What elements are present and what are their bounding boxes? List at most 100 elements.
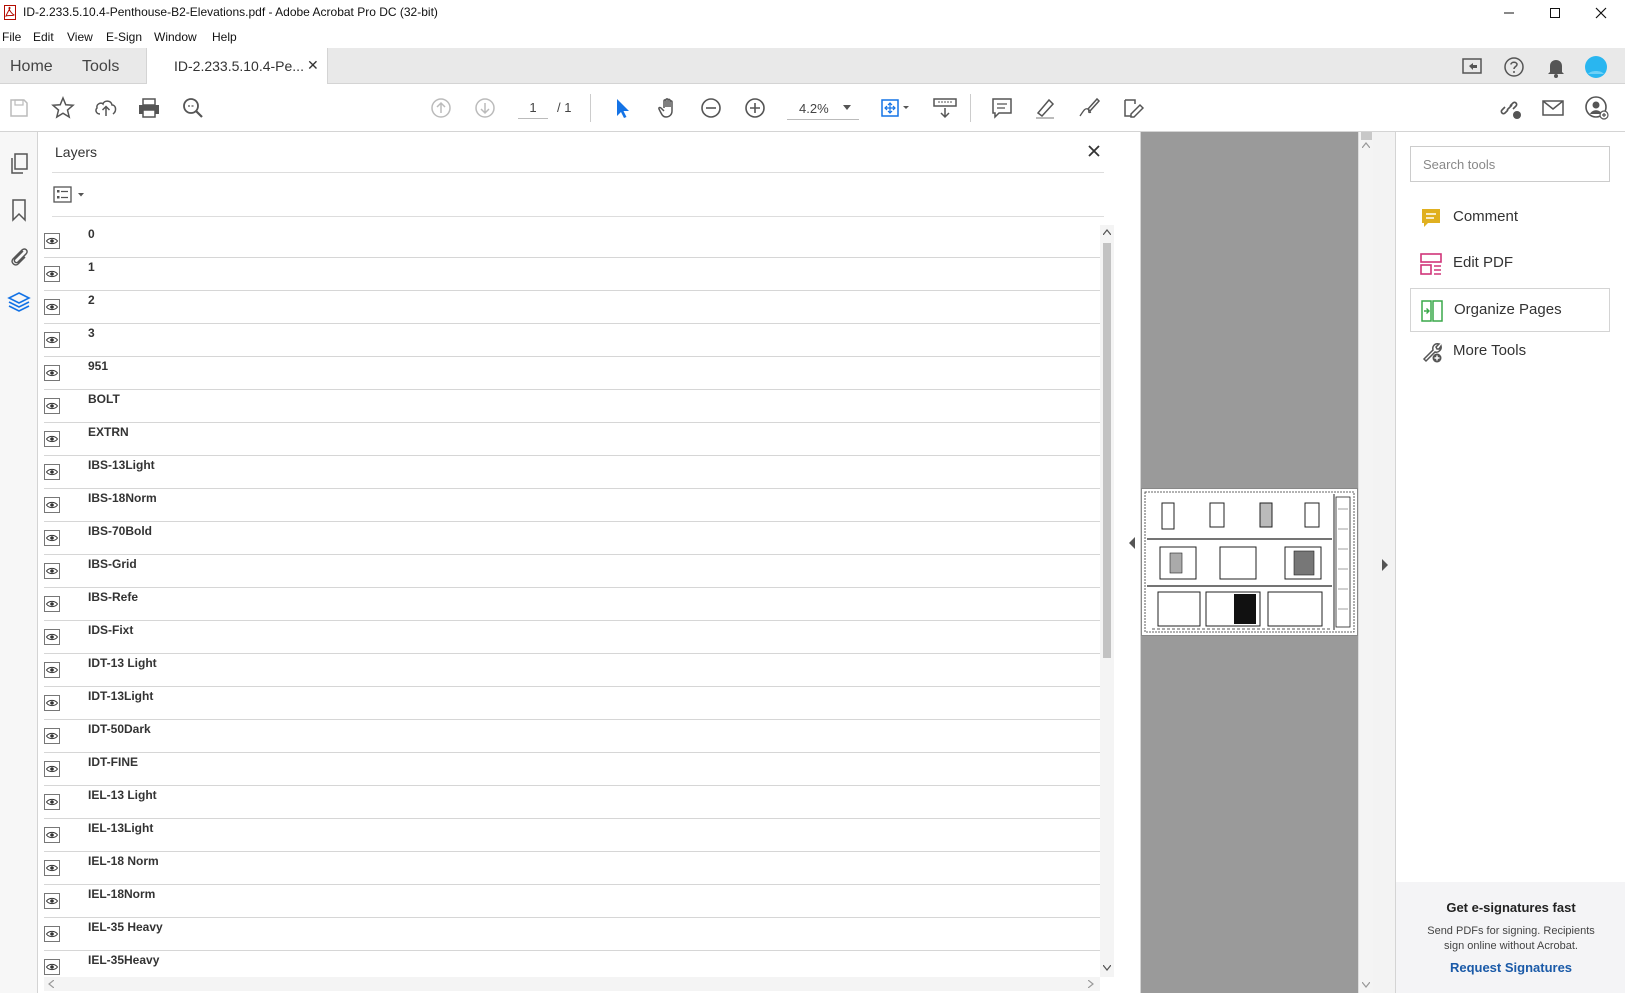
layer-row[interactable]: IBS-18Norm [44, 489, 1100, 522]
tool-more-tools[interactable]: More Tools [1410, 332, 1610, 372]
email-button[interactable] [1539, 94, 1567, 122]
pdf-page-thumbnail[interactable] [1141, 488, 1358, 636]
page-number-input[interactable] [518, 97, 548, 119]
eye-icon[interactable] [44, 662, 60, 678]
eye-icon[interactable] [44, 827, 60, 843]
layer-row[interactable]: BOLT [44, 390, 1100, 423]
menu-help[interactable]: Help [212, 30, 237, 44]
close-tab-button[interactable]: ✕ [307, 57, 319, 74]
save-button[interactable] [5, 94, 33, 122]
tool-comment[interactable]: Comment [1410, 198, 1610, 238]
document-view[interactable] [1129, 132, 1395, 993]
maximize-button[interactable] [1532, 0, 1578, 26]
eye-icon[interactable] [44, 893, 60, 909]
layers-button[interactable] [5, 288, 33, 316]
layer-row[interactable]: IBS-Refe [44, 588, 1100, 621]
eye-icon[interactable] [44, 365, 60, 381]
layer-row[interactable]: 0 [44, 225, 1100, 258]
help-icon[interactable] [1501, 54, 1527, 80]
scrollbar-thumb[interactable] [1103, 243, 1111, 658]
tab-document[interactable]: ID-2.233.5.10.4-Pe... ✕ [146, 48, 328, 84]
layer-row[interactable]: IDT-FINE [44, 753, 1100, 786]
comment-tool-button[interactable] [988, 94, 1016, 122]
share-screen-icon[interactable] [1460, 54, 1486, 80]
layer-row[interactable]: IDT-13Light [44, 687, 1100, 720]
menu-esign[interactable]: E-Sign [106, 30, 142, 44]
layer-row[interactable]: IDT-13 Light [44, 654, 1100, 687]
eye-icon[interactable] [44, 761, 60, 777]
eye-icon[interactable] [44, 233, 60, 249]
eye-icon[interactable] [44, 398, 60, 414]
layer-row[interactable]: IBS-Grid [44, 555, 1100, 588]
scrollbar-thumb[interactable] [1361, 132, 1372, 140]
tab-home[interactable]: Home [10, 58, 53, 76]
eye-icon[interactable] [44, 299, 60, 315]
fill-sign-button[interactable] [1119, 94, 1147, 122]
menu-view[interactable]: View [67, 30, 93, 44]
eye-icon[interactable] [44, 860, 60, 876]
eye-icon[interactable] [44, 959, 60, 975]
sign-tool-button[interactable] [1075, 94, 1103, 122]
tool-organize-pages[interactable]: Organize Pages [1410, 288, 1610, 332]
layer-row[interactable]: 1 [44, 258, 1100, 291]
eye-icon[interactable] [44, 464, 60, 480]
collapse-left-panel-icon[interactable] [1128, 537, 1136, 549]
scroll-down-icon[interactable] [1362, 982, 1370, 988]
layer-row[interactable]: IBS-13Light [44, 456, 1100, 489]
previous-page-button[interactable] [427, 94, 455, 122]
scroll-up-icon[interactable] [1362, 142, 1370, 148]
layer-row[interactable]: IDT-50Dark [44, 720, 1100, 753]
eye-icon[interactable] [44, 728, 60, 744]
layer-row[interactable]: IEL-13Light [44, 819, 1100, 852]
highlight-tool-button[interactable] [1031, 94, 1059, 122]
scroll-right-icon[interactable] [1088, 980, 1094, 988]
print-button[interactable] [135, 94, 163, 122]
layer-row[interactable]: IEL-18 Norm [44, 852, 1100, 885]
layers-vertical-scrollbar[interactable] [1100, 225, 1114, 977]
bookmark-star-button[interactable] [49, 94, 77, 122]
eye-icon[interactable] [44, 497, 60, 513]
search-tools-input[interactable] [1410, 146, 1610, 182]
attachments-button[interactable] [5, 242, 33, 270]
hand-tool-button[interactable] [654, 94, 682, 122]
page-fit-button[interactable] [878, 94, 914, 122]
share-link-button[interactable] [1496, 94, 1524, 122]
close-window-button[interactable] [1578, 0, 1624, 26]
select-tool-button[interactable] [609, 94, 637, 122]
eye-icon[interactable] [44, 431, 60, 447]
next-page-button[interactable] [471, 94, 499, 122]
layer-row[interactable]: 951 [44, 357, 1100, 390]
zoom-level-select[interactable]: 4.2% [787, 96, 859, 120]
avatar[interactable] [1583, 54, 1609, 80]
eye-icon[interactable] [44, 563, 60, 579]
layer-row[interactable]: IEL-35 Heavy [44, 918, 1100, 951]
tab-tools[interactable]: Tools [82, 58, 119, 76]
eye-icon[interactable] [44, 332, 60, 348]
layer-row[interactable]: IEL-35Heavy [44, 951, 1100, 977]
eye-icon[interactable] [44, 926, 60, 942]
menu-edit[interactable]: Edit [33, 30, 54, 44]
minimize-button[interactable] [1486, 0, 1532, 26]
tool-edit-pdf[interactable]: Edit PDF [1410, 244, 1610, 284]
document-vertical-scrollbar[interactable] [1358, 132, 1373, 993]
zoom-in-button[interactable] [741, 94, 769, 122]
eye-icon[interactable] [44, 794, 60, 810]
eye-icon[interactable] [44, 629, 60, 645]
page-thumbnails-button[interactable] [5, 150, 33, 178]
share-user-button[interactable] [1583, 94, 1611, 122]
eye-icon[interactable] [44, 695, 60, 711]
layer-row[interactable]: 3 [44, 324, 1100, 357]
layer-row[interactable]: IEL-18Norm [44, 885, 1100, 918]
request-signatures-link[interactable]: Request Signatures [1396, 960, 1625, 975]
layer-row[interactable]: 2 [44, 291, 1100, 324]
close-icon[interactable] [1083, 140, 1105, 162]
eye-icon[interactable] [44, 530, 60, 546]
bookmarks-button[interactable] [5, 196, 33, 224]
zoom-out-button[interactable] [697, 94, 725, 122]
layer-row[interactable]: EXTRN [44, 423, 1100, 456]
layer-row[interactable]: IDS-Fixt [44, 621, 1100, 654]
scroll-mode-button[interactable] [931, 94, 959, 122]
menu-file[interactable]: File [2, 30, 21, 44]
notifications-bell-icon[interactable] [1543, 54, 1569, 80]
layer-row[interactable]: IEL-13 Light [44, 786, 1100, 819]
